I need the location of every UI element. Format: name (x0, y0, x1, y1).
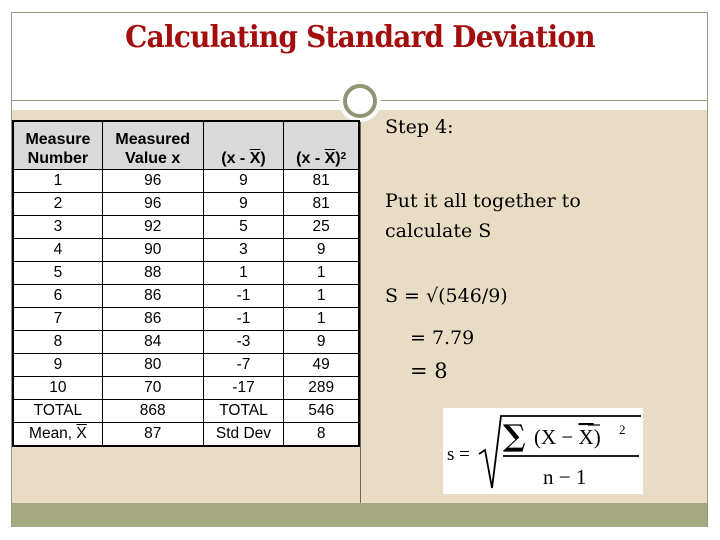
cell-number: 1 (12, 169, 103, 193)
header-text: (x - (221, 150, 250, 167)
cell-number: 4 (12, 238, 103, 262)
header-text: Value x (125, 150, 181, 167)
circle-ornament-icon (343, 84, 377, 118)
cell-value: 96 (101, 192, 204, 216)
cell-value: 90 (101, 238, 204, 262)
equation-line-1: S = √(546/9) (385, 285, 508, 307)
cell-total-value: 868 (101, 399, 204, 423)
cell-total-label: TOTAL (202, 399, 285, 423)
cell-value: 92 (101, 215, 204, 239)
table-mean-row: Mean, X 87 Std Dev 8 (12, 422, 360, 447)
cell-value: 88 (101, 261, 204, 285)
cell-deviation: 9 (202, 169, 285, 193)
cell-number: 2 (12, 192, 103, 216)
cell-deviation: 1 (202, 261, 285, 285)
cell-number: 7 (12, 307, 103, 331)
cell-stddev-value: 8 (283, 422, 360, 447)
header-text: ) (260, 150, 266, 167)
cell-value: 84 (101, 330, 204, 354)
cell-squared: 81 (283, 192, 360, 216)
table-row: 10 70 -17 289 (12, 376, 360, 400)
table-row: 6 86 -1 1 (12, 284, 360, 308)
formula-numerator-a: (X − X) (534, 425, 601, 449)
equation-line-3: = 8 (410, 359, 448, 383)
cell-deviation: -7 (202, 353, 285, 377)
cell-value: 86 (101, 307, 204, 331)
header-squared-deviation: (x - X)2 (283, 120, 360, 170)
table-row: 9 80 -7 49 (12, 353, 360, 377)
slide-title: Calculating Standard Deviation (125, 20, 595, 55)
cell-mean-label: Mean, X (12, 422, 103, 447)
header-measured-value: Measured Value x (101, 120, 204, 170)
table-row: 2 96 9 81 (12, 192, 360, 216)
cell-value: 86 (101, 284, 204, 308)
cell-squared: 9 (283, 330, 360, 354)
cell-squared: 49 (283, 353, 360, 377)
cell-value: 80 (101, 353, 204, 377)
table-row: 8 84 -3 9 (12, 330, 360, 354)
header-text: Number (27, 150, 89, 167)
cell-squared: 289 (283, 376, 360, 400)
step-label: Step 4: (385, 116, 454, 138)
cell-squared: 9 (283, 238, 360, 262)
instruction-text: Put it all together to calculate S (385, 190, 581, 242)
formula-svg: s = ∑ (X − X) 2 n − 1 (447, 415, 641, 489)
cell-squared: 1 (283, 307, 360, 331)
cell-deviation: -3 (202, 330, 285, 354)
table-row: 5 88 1 1 (12, 261, 360, 285)
formula-exponent: 2 (619, 422, 626, 437)
cell-mean-value: 87 (101, 422, 204, 447)
cell-total-label: TOTAL (12, 399, 103, 423)
table-row: 7 86 -1 1 (12, 307, 360, 331)
cell-deviation: -1 (202, 284, 285, 308)
table-row: 1 96 9 81 (12, 169, 360, 193)
header-text: ) (335, 150, 341, 167)
cell-number: 10 (12, 376, 103, 400)
column-divider (360, 110, 361, 503)
table-body: 1 96 9 81 2 96 9 81 3 92 5 25 4 90 3 9 5 88 1 1 6 86 -1 1 … (12, 169, 360, 447)
header-deviation: (x - X) (202, 120, 285, 170)
table-header-row: Measure Number Measured Value x (x - X) … (12, 120, 360, 170)
footer-bar (12, 503, 707, 527)
cell-squared: 1 (283, 261, 360, 285)
cell-squared: 25 (283, 215, 360, 239)
equation-line-2: = 7.79 (410, 327, 475, 349)
std-dev-formula-image: s = ∑ (X − X) 2 n − 1 (443, 408, 643, 494)
table-row: 4 90 3 9 (12, 238, 360, 262)
cell-number: 6 (12, 284, 103, 308)
cell-number: 5 (12, 261, 103, 285)
header-text: Measured (115, 131, 191, 148)
numerator-text: (X − (534, 425, 579, 449)
mean-label-text: Mean, (29, 425, 77, 442)
x-bar-symbol: X (324, 150, 336, 167)
cell-number: 9 (12, 353, 103, 377)
x-bar-symbol: X (76, 425, 87, 442)
cell-deviation: -17 (202, 376, 285, 400)
formula-lhs: s = (447, 444, 470, 465)
table-row: 3 92 5 25 (12, 215, 360, 239)
std-dev-table: Measure Number Measured Value x (x - X) … (12, 120, 360, 447)
cell-number: 8 (12, 330, 103, 354)
cell-deviation: -1 (202, 307, 285, 331)
formula-denominator: n − 1 (543, 465, 586, 489)
cell-number: 3 (12, 215, 103, 239)
numerator-text: ) (594, 425, 601, 449)
cell-value: 96 (101, 169, 204, 193)
cell-deviation: 9 (202, 192, 285, 216)
x-bar-symbol: X (249, 150, 261, 167)
cell-stddev-label: Std Dev (202, 422, 285, 447)
cell-total-squared: 546 (283, 399, 360, 423)
sigma-symbol: ∑ (503, 419, 526, 454)
cell-deviation: 5 (202, 215, 285, 239)
header-text: (x - (296, 150, 325, 167)
superscript: 2 (340, 151, 347, 162)
cell-squared: 81 (283, 169, 360, 193)
x-bar-symbol: X (579, 425, 594, 449)
cell-value: 70 (101, 376, 204, 400)
cell-squared: 1 (283, 284, 360, 308)
header-measure-number: Measure Number (12, 120, 103, 170)
table-total-row: TOTAL 868 TOTAL 546 (12, 399, 360, 423)
cell-deviation: 3 (202, 238, 285, 262)
header-text: Measure (25, 131, 91, 148)
